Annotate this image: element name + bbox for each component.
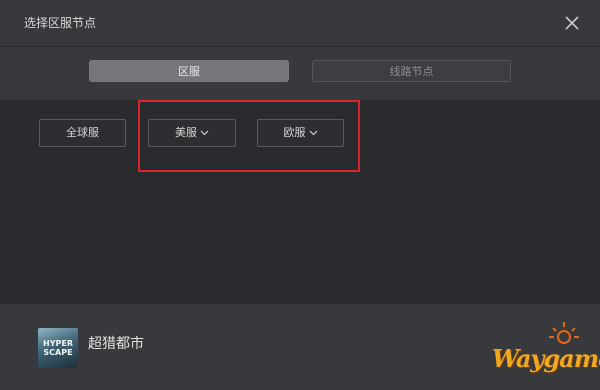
dialog-titlebar: 选择区服节点 [0,0,600,47]
region-content: 全球服 美服 欧服 [0,100,600,304]
tab-route-node[interactable]: 线路节点 [312,60,511,82]
watermark-logo: Waygamer [484,320,600,386]
watermark-text: Waygamer [492,344,600,373]
server-select-dialog: 选择区服节点 区服 线路节点 全球服 美服 欧服 HYPER SCAPE 超猎都… [0,0,600,390]
game-name: 超猎都市 [88,336,144,352]
game-icon: HYPER SCAPE [38,328,78,368]
close-button[interactable] [562,13,582,33]
global-server-label: 全球服 [66,126,99,139]
global-server-button[interactable]: 全球服 [39,119,126,147]
game-icon-text-2: SCAPE [43,348,73,357]
close-icon [565,16,579,30]
tab-bar: 区服 线路节点 [0,47,600,100]
tab-server[interactable]: 区服 [89,60,289,82]
game-icon-text-1: HYPER [43,339,73,348]
annotation-highlight-box [138,100,360,172]
dialog-title: 选择区服节点 [24,16,97,30]
